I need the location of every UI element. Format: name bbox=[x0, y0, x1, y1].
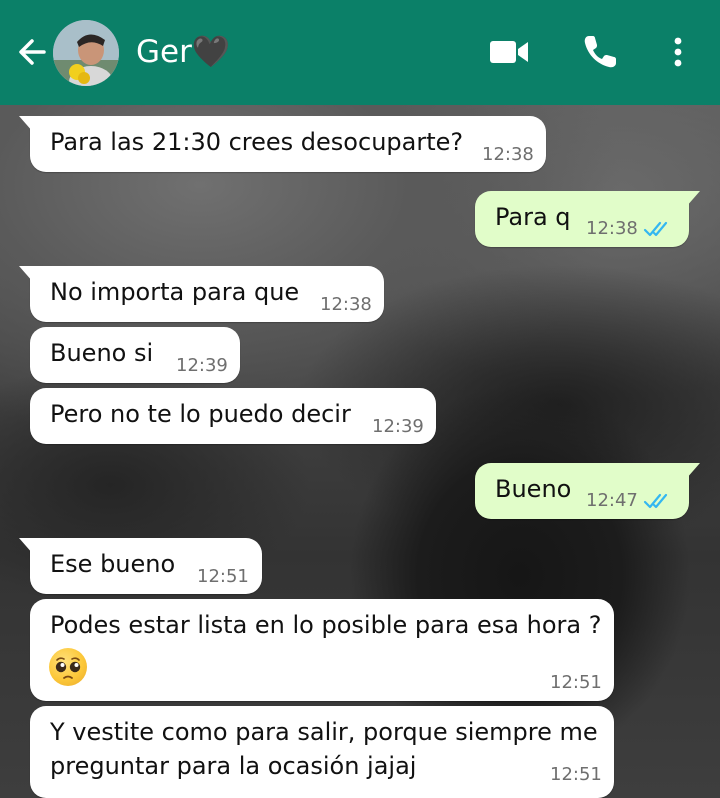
message-text-line-2: preguntar para la ocasión jajaj bbox=[50, 752, 417, 780]
message-text: Para q bbox=[495, 203, 571, 231]
message-text: Podes estar lista en lo posible para esa… bbox=[50, 611, 602, 639]
message-time: 12:51 bbox=[197, 566, 249, 587]
contact-avatar[interactable] bbox=[53, 20, 119, 86]
message-text: Bueno bbox=[495, 475, 572, 503]
message-bubble-outgoing[interactable]: Bueno 12:47 bbox=[475, 463, 700, 519]
message-text: Bueno si bbox=[50, 339, 154, 367]
read-receipt-icon bbox=[643, 493, 668, 509]
message-time: 12:38 bbox=[320, 294, 372, 315]
message-bubble-incoming[interactable]: Podes estar lista en lo posible para esa… bbox=[30, 599, 614, 701]
back-arrow-icon[interactable] bbox=[14, 34, 50, 70]
contact-name[interactable]: Ger🖤 bbox=[136, 32, 230, 72]
message-bubble-incoming[interactable]: Bueno si 12:39 bbox=[30, 327, 240, 383]
message-time: 12:39 bbox=[372, 416, 424, 437]
message-time: 12:47 bbox=[586, 490, 638, 511]
message-time: 12:38 bbox=[586, 218, 638, 239]
message-bubble-incoming[interactable]: Pero no te lo puedo decir 12:39 bbox=[30, 388, 436, 444]
avatar-photo bbox=[53, 20, 119, 86]
chat-header: Ger🖤 bbox=[0, 0, 720, 105]
message-text: No importa para que bbox=[50, 278, 300, 306]
message-text: Para las 21:30 crees desocuparte? bbox=[50, 128, 464, 156]
message-text-line-1: Y vestite como para salir, porque siempr… bbox=[50, 718, 598, 746]
message-text: Ese bueno bbox=[50, 550, 176, 578]
message-bubble-incoming[interactable]: Y vestite como para salir, porque siempr… bbox=[30, 706, 614, 798]
message-text: Pero no te lo puedo decir bbox=[50, 400, 351, 428]
phone-icon[interactable] bbox=[580, 32, 620, 72]
message-time: 12:51 bbox=[550, 672, 602, 693]
pleading-face-emoji bbox=[49, 648, 87, 686]
message-bubble-incoming[interactable]: Ese bueno 12:51 bbox=[19, 538, 262, 594]
message-bubble-incoming[interactable]: Para las 21:30 crees desocuparte? 12:38 bbox=[19, 116, 546, 172]
video-call-icon[interactable] bbox=[488, 32, 530, 72]
more-vertical-icon[interactable] bbox=[668, 32, 688, 72]
message-bubble-incoming[interactable]: No importa para que 12:38 bbox=[19, 266, 384, 322]
message-time: 12:38 bbox=[482, 144, 534, 165]
message-bubble-outgoing[interactable]: Para q 12:38 bbox=[475, 191, 700, 247]
read-receipt-icon bbox=[643, 221, 668, 237]
message-time: 12:39 bbox=[176, 355, 228, 376]
message-time: 12:51 bbox=[550, 764, 602, 785]
